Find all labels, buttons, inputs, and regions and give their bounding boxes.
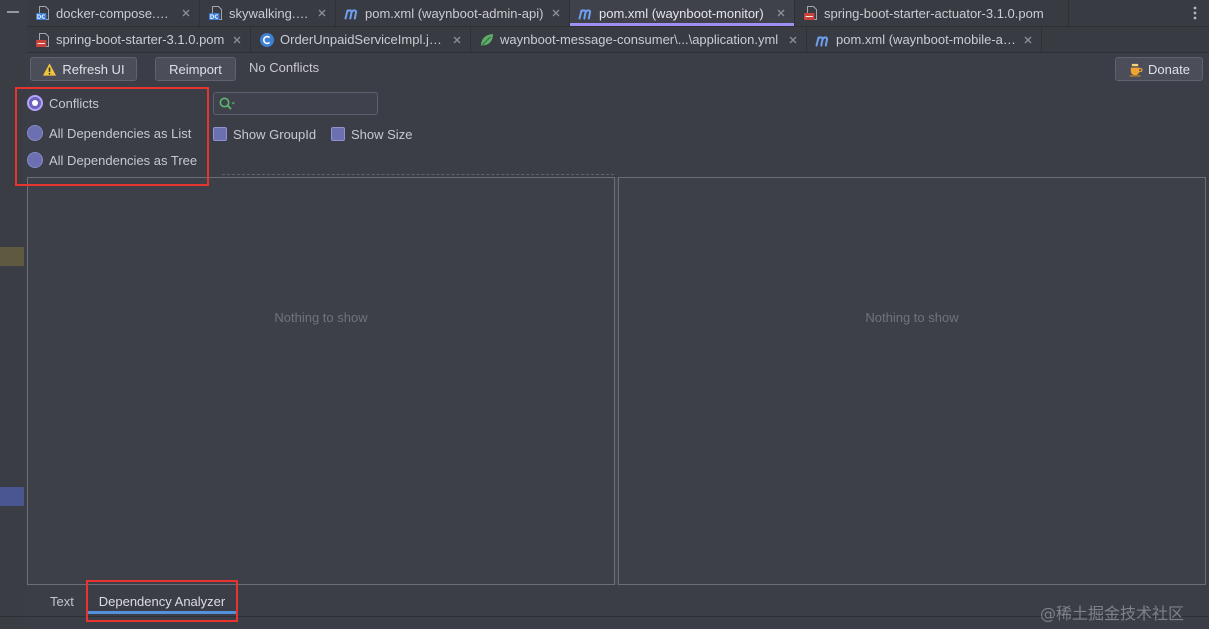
checkbox-label: Show GroupId <box>233 126 317 142</box>
editor-tab-starter-pom[interactable]: spring-boot-starter-3.1.0.pom <box>27 27 251 52</box>
close-icon[interactable] <box>452 35 462 45</box>
radio-button[interactable] <box>27 125 43 141</box>
tab-label: Dependency Analyzer <box>98 593 226 609</box>
minimize-icon[interactable] <box>6 5 20 19</box>
dependency-list-panel[interactable]: Nothing to show <box>27 177 615 585</box>
radio-conflicts[interactable]: Conflicts <box>27 93 99 113</box>
left-tool-window-strip <box>0 0 26 629</box>
docker-compose-file-icon <box>208 5 224 21</box>
maven-icon <box>578 5 594 21</box>
donate-label: Donate <box>1148 61 1190 77</box>
editor-tab-pom-mobile-api[interactable]: pom.xml (waynboot-mobile-api) <box>807 27 1042 52</box>
radio-all-dependencies-list[interactable]: All Dependencies as List <box>27 123 191 143</box>
tab-text[interactable]: Text <box>50 586 74 616</box>
radio-label: All Dependencies as Tree <box>49 152 198 168</box>
warning-icon <box>42 62 57 77</box>
refresh-ui-button[interactable]: Refresh UI <box>30 57 137 81</box>
pom-file-icon <box>803 5 819 21</box>
search-icon[interactable] <box>218 96 236 112</box>
tab-label: pom.xml (waynboot-mobile-api) <box>836 32 1017 47</box>
java-class-icon <box>259 32 275 48</box>
gutter-highlight-marker <box>0 247 24 266</box>
tab-label: pom.xml (waynboot-admin-api) <box>365 5 544 21</box>
tab-label: OrderUnpaidServiceImpl.java <box>280 32 446 47</box>
search-field[interactable] <box>213 92 378 115</box>
empty-state-text: Nothing to show <box>865 310 959 325</box>
editor-tab-pom-admin-api[interactable]: pom.xml (waynboot-admin-api) <box>336 0 570 26</box>
tab-label: spring-boot-starter-3.1.0.pom <box>56 32 225 47</box>
close-icon[interactable] <box>181 8 191 18</box>
editor-bottom-tabs: Text Dependency Analyzer <box>27 586 1209 616</box>
close-icon[interactable] <box>551 8 561 18</box>
tab-label: skywalking.yml <box>229 5 311 21</box>
tab-label: Text <box>50 593 74 609</box>
tab-label: waynboot-message-consumer\...\applicatio… <box>500 32 779 47</box>
maven-icon <box>344 5 360 21</box>
tab-dependency-analyzer[interactable]: Dependency Analyzer <box>88 586 236 616</box>
spring-config-icon <box>479 32 495 48</box>
maven-icon <box>815 32 831 48</box>
show-groupid-option[interactable]: Show GroupId <box>213 126 316 142</box>
reimport-button[interactable]: Reimport <box>155 57 236 81</box>
show-groupid-checkbox[interactable] <box>213 127 227 141</box>
vertical-ellipsis-icon[interactable] <box>1188 5 1202 21</box>
watermark: @稀土掘金技术社区 <box>1040 604 1185 623</box>
close-icon[interactable] <box>232 35 242 45</box>
close-icon[interactable] <box>776 8 786 18</box>
radio-label: Conflicts <box>49 95 99 111</box>
editor-tab-application-yml[interactable]: waynboot-message-consumer\...\applicatio… <box>471 27 807 52</box>
coffee-cup-icon <box>1128 62 1143 77</box>
conflict-status-text: No Conflicts <box>249 60 320 75</box>
gutter-selection-marker <box>0 487 24 506</box>
tab-label: spring-boot-starter-actuator-3.1.0.pom <box>824 5 1044 21</box>
refresh-ui-label: Refresh UI <box>62 61 125 77</box>
dependency-detail-panel[interactable]: Nothing to show <box>618 177 1206 585</box>
tab-label: pom.xml (waynboot-monitor) <box>599 5 764 21</box>
radio-label: All Dependencies as List <box>49 125 192 141</box>
close-icon[interactable] <box>788 35 798 45</box>
reimport-label: Reimport <box>169 61 222 77</box>
close-icon[interactable] <box>317 8 327 18</box>
editor-tab-pom-monitor[interactable]: pom.xml (waynboot-monitor) <box>570 0 795 26</box>
editor-tab-actuator-pom[interactable]: spring-boot-starter-actuator-3.1.0.pom <box>795 0 1069 26</box>
radio-button[interactable] <box>27 95 43 111</box>
donate-button[interactable]: Donate <box>1115 57 1203 81</box>
pom-file-icon <box>35 32 51 48</box>
docker-compose-file-icon <box>35 5 51 21</box>
editor-tab-docker-compose[interactable]: docker-compose.yml <box>27 0 200 26</box>
editor-tabs-row-2: spring-boot-starter-3.1.0.pom OrderUnpai… <box>27 27 1209 53</box>
editor-tab-order-unpaid-service[interactable]: OrderUnpaidServiceImpl.java <box>251 27 471 52</box>
editor-tab-skywalking[interactable]: skywalking.yml <box>200 0 336 26</box>
close-icon[interactable] <box>1023 35 1033 45</box>
splitter-handle[interactable] <box>222 174 614 175</box>
search-input[interactable] <box>236 96 369 111</box>
show-size-option[interactable]: Show Size <box>331 126 412 142</box>
tab-label: docker-compose.yml <box>56 5 175 21</box>
show-size-checkbox[interactable] <box>331 127 345 141</box>
checkbox-label: Show Size <box>351 126 413 142</box>
radio-button[interactable] <box>27 152 43 168</box>
radio-all-dependencies-tree[interactable]: All Dependencies as Tree <box>27 150 197 170</box>
editor-tabs-row-1: docker-compose.yml skywalking.yml pom.xm… <box>27 0 1209 27</box>
empty-state-text: Nothing to show <box>274 310 368 325</box>
divider <box>0 616 1209 617</box>
